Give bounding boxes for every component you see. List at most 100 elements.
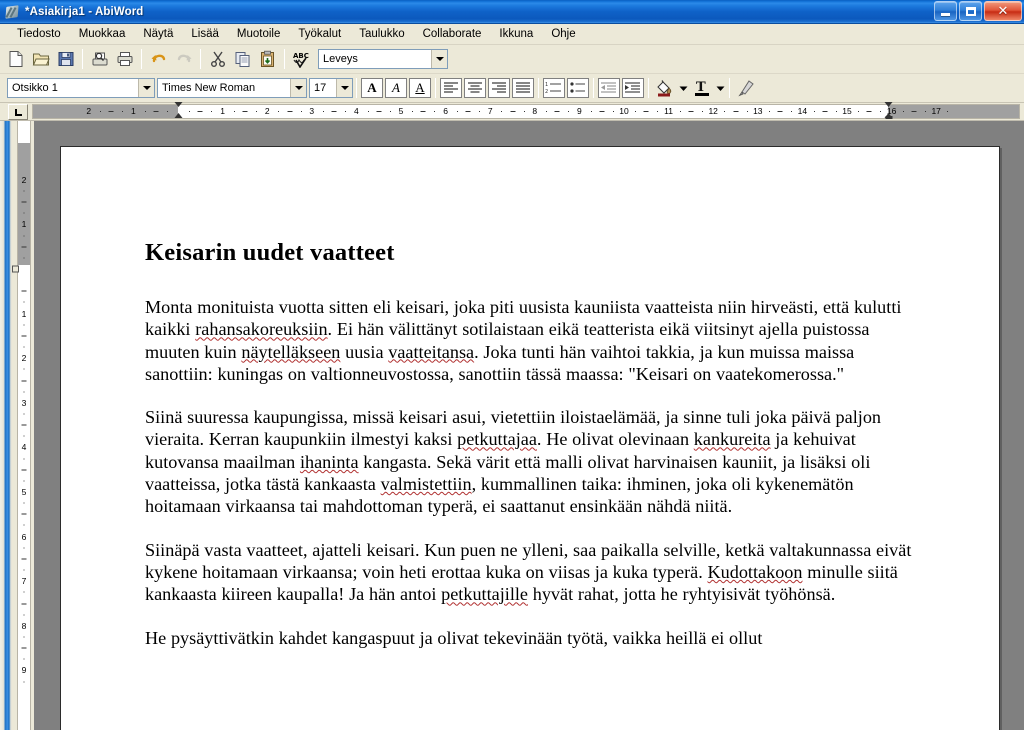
vruler-tick-mark	[23, 368, 25, 370]
increase-indent-button[interactable]	[622, 78, 644, 98]
chevron-down-icon[interactable]	[431, 50, 447, 68]
align-justify-button[interactable]	[512, 78, 534, 98]
format-painter-button[interactable]	[733, 76, 758, 100]
chevron-down-icon	[716, 86, 724, 91]
format-painter-icon	[737, 80, 754, 97]
decrease-indent-button[interactable]	[598, 78, 620, 98]
vertical-margin-marker[interactable]	[12, 265, 19, 273]
bold-button[interactable]: A	[361, 78, 383, 98]
ruler-tick-mark	[768, 110, 770, 112]
ruler-tick-mark	[456, 110, 458, 112]
document-paragraph[interactable]: Siinäpä vasta vaatteet, ajatteli keisari…	[145, 539, 921, 606]
document-page[interactable]: Keisarin uudet vaatteet Monta monituista…	[60, 146, 1000, 730]
ruler-tick-mark	[657, 110, 659, 112]
window-title: *Asiakirja1 - AbiWord	[25, 5, 144, 18]
ruler-tick-mark	[902, 110, 904, 112]
menu-lisaa[interactable]: Lisää	[182, 26, 228, 42]
chevron-down-icon[interactable]	[336, 79, 352, 97]
redo-button[interactable]	[171, 47, 196, 71]
ruler-tick-mark	[501, 110, 503, 112]
toolbar-separator	[356, 78, 357, 98]
ruler-tick-label: 5	[398, 106, 404, 117]
misspelled-word: petkuttajaa	[457, 429, 537, 450]
document-canvas[interactable]: Keisarin uudet vaatteet Monta monituista…	[34, 121, 1024, 730]
cut-button[interactable]	[205, 47, 230, 71]
document-content[interactable]: Keisarin uudet vaatteet Monta monituista…	[61, 147, 999, 649]
menu-muokkaa[interactable]: Muokkaa	[70, 26, 135, 42]
vruler-tick-mark	[23, 257, 25, 259]
font-size-combo[interactable]: 17	[309, 78, 353, 98]
align-center-icon	[468, 82, 482, 93]
ruler-tick-mark	[688, 110, 694, 112]
ruler-tick-mark	[545, 110, 547, 112]
text-run: He pysäyttivätkin kahdet kangaspuut ja o…	[145, 627, 763, 648]
menu-label: Näytä	[143, 28, 174, 40]
align-left-button[interactable]	[440, 78, 462, 98]
align-center-button[interactable]	[464, 78, 486, 98]
text-color-dropdown[interactable]	[714, 76, 726, 100]
font-family-combo[interactable]: Times New Roman	[157, 78, 307, 98]
ruler-tick-mark	[166, 110, 168, 112]
highlight-color-button[interactable]	[652, 76, 677, 100]
right-indent-marker[interactable]	[884, 102, 894, 119]
copy-button[interactable]	[230, 47, 255, 71]
text-run: . He olivat olevinaan	[536, 429, 694, 450]
vruler-tick-mark	[23, 658, 25, 660]
paragraph-style-combo[interactable]: Otsikko 1	[7, 78, 155, 98]
underline-button[interactable]: A	[409, 78, 431, 98]
italic-button[interactable]: A	[385, 78, 407, 98]
ruler-tick-mark	[822, 110, 828, 112]
document-paragraph[interactable]: Siinä suuressa kaupungissa, missä keisar…	[145, 406, 921, 517]
vruler-tick-label: 3	[21, 397, 27, 408]
spellcheck-button[interactable]: ABC	[289, 47, 314, 71]
vruler-tick-label: 6	[21, 531, 27, 542]
ruler-tick-mark	[791, 110, 793, 112]
print-preview-button[interactable]	[87, 47, 112, 71]
text-color-button[interactable]: T	[689, 76, 714, 100]
tab-left-icon[interactable]	[8, 104, 28, 120]
ruler-tick-mark	[287, 110, 292, 112]
ruler-tick-mark	[643, 110, 649, 112]
undo-button[interactable]	[146, 47, 171, 71]
chevron-down-icon[interactable]	[138, 79, 154, 97]
format-toolbar: Otsikko 1 Times New Roman 17 A A A 1 2 T	[0, 74, 1024, 103]
document-paragraph[interactable]: Monta monituista vuotta sitten eli keisa…	[145, 296, 921, 385]
highlight-dropdown[interactable]	[677, 76, 689, 100]
bulleted-list-button[interactable]	[567, 78, 589, 98]
numbered-list-button[interactable]: 1 2	[543, 78, 565, 98]
vertical-ruler[interactable]: 2 1 1 2 3 4 5 6 7 8 9	[12, 121, 34, 730]
menu-ohje[interactable]: Ohje	[542, 26, 584, 42]
vruler-tick-mark	[23, 636, 25, 638]
menu-muotoile[interactable]: Muotoile	[228, 26, 289, 42]
menu-ikkuna[interactable]: Ikkuna	[490, 26, 542, 42]
ruler-tick-mark	[635, 110, 637, 112]
new-document-button[interactable]	[3, 47, 28, 71]
menu-nayta[interactable]: Näytä	[134, 26, 182, 42]
print-button[interactable]	[112, 47, 137, 71]
zoom-combo[interactable]: Leveys	[318, 49, 448, 69]
vertical-ruler-track[interactable]: 2 1 1 2 3 4 5 6 7 8 9	[17, 121, 31, 730]
minimize-button[interactable]	[934, 1, 957, 21]
menu-collaborate[interactable]: Collaborate	[414, 26, 491, 42]
chevron-down-icon[interactable]	[290, 79, 306, 97]
menu-tyokalut[interactable]: Työkalut	[289, 26, 350, 42]
paste-button[interactable]	[255, 47, 280, 71]
vruler-tick-mark	[23, 435, 25, 437]
menu-taulukko[interactable]: Taulukko	[350, 26, 413, 42]
save-document-button[interactable]	[53, 47, 78, 71]
menu-tiedosto[interactable]: Tiedosto	[8, 26, 70, 42]
maximize-button[interactable]	[959, 1, 982, 21]
misspelled-word: rahansakoreuksiin	[195, 319, 328, 340]
vruler-tick-mark	[23, 235, 25, 237]
vruler-tick-mark	[21, 201, 27, 203]
left-indent-marker[interactable]	[174, 102, 184, 118]
close-button[interactable]: ✕	[984, 1, 1022, 21]
horizontal-ruler[interactable]: 2 1 1 2 3 4 5 6 7 8 9 10 11 12 13 14 15 16 17	[0, 102, 1024, 121]
vruler-tick-label: 2	[21, 174, 27, 185]
open-document-button[interactable]	[28, 47, 53, 71]
toolbar-separator	[648, 78, 649, 98]
ruler-tick-mark	[434, 110, 436, 112]
align-right-button[interactable]	[488, 78, 510, 98]
ruler-tick-label: 9	[577, 106, 582, 117]
document-paragraph[interactable]: He pysäyttivätkin kahdet kangaspuut ja o…	[145, 627, 921, 649]
